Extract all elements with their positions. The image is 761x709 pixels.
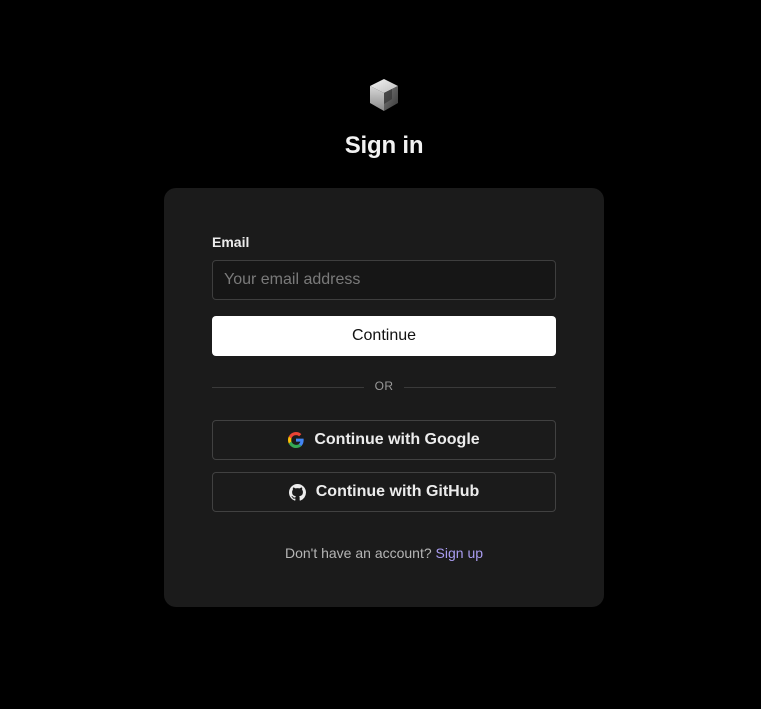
- continue-with-google-button[interactable]: Continue with Google: [212, 420, 556, 460]
- page-title: Sign in: [344, 132, 424, 159]
- sign-in-page: Sign in Email Continue OR Continue with …: [0, 0, 761, 709]
- divider-line-right: [404, 387, 556, 388]
- divider-text: OR: [374, 379, 394, 393]
- continue-with-github-button[interactable]: Continue with GitHub: [212, 472, 556, 512]
- google-icon: [288, 432, 305, 448]
- email-field[interactable]: [212, 260, 556, 300]
- email-label: Email: [212, 234, 250, 250]
- signup-link[interactable]: Sign up: [436, 545, 483, 561]
- or-divider: OR: [212, 378, 556, 396]
- google-button-label: Continue with Google: [314, 431, 480, 448]
- cube-logo-icon: [367, 77, 401, 113]
- continue-button[interactable]: Continue: [212, 316, 556, 356]
- signup-prompt-text: Don't have an account?: [284, 545, 432, 561]
- github-icon: [288, 483, 306, 501]
- signup-prompt: Don't have an account? Sign up: [164, 545, 604, 561]
- sign-in-card: Email Continue OR Continue with Google: [164, 188, 604, 607]
- github-button-label: Continue with GitHub: [315, 483, 480, 500]
